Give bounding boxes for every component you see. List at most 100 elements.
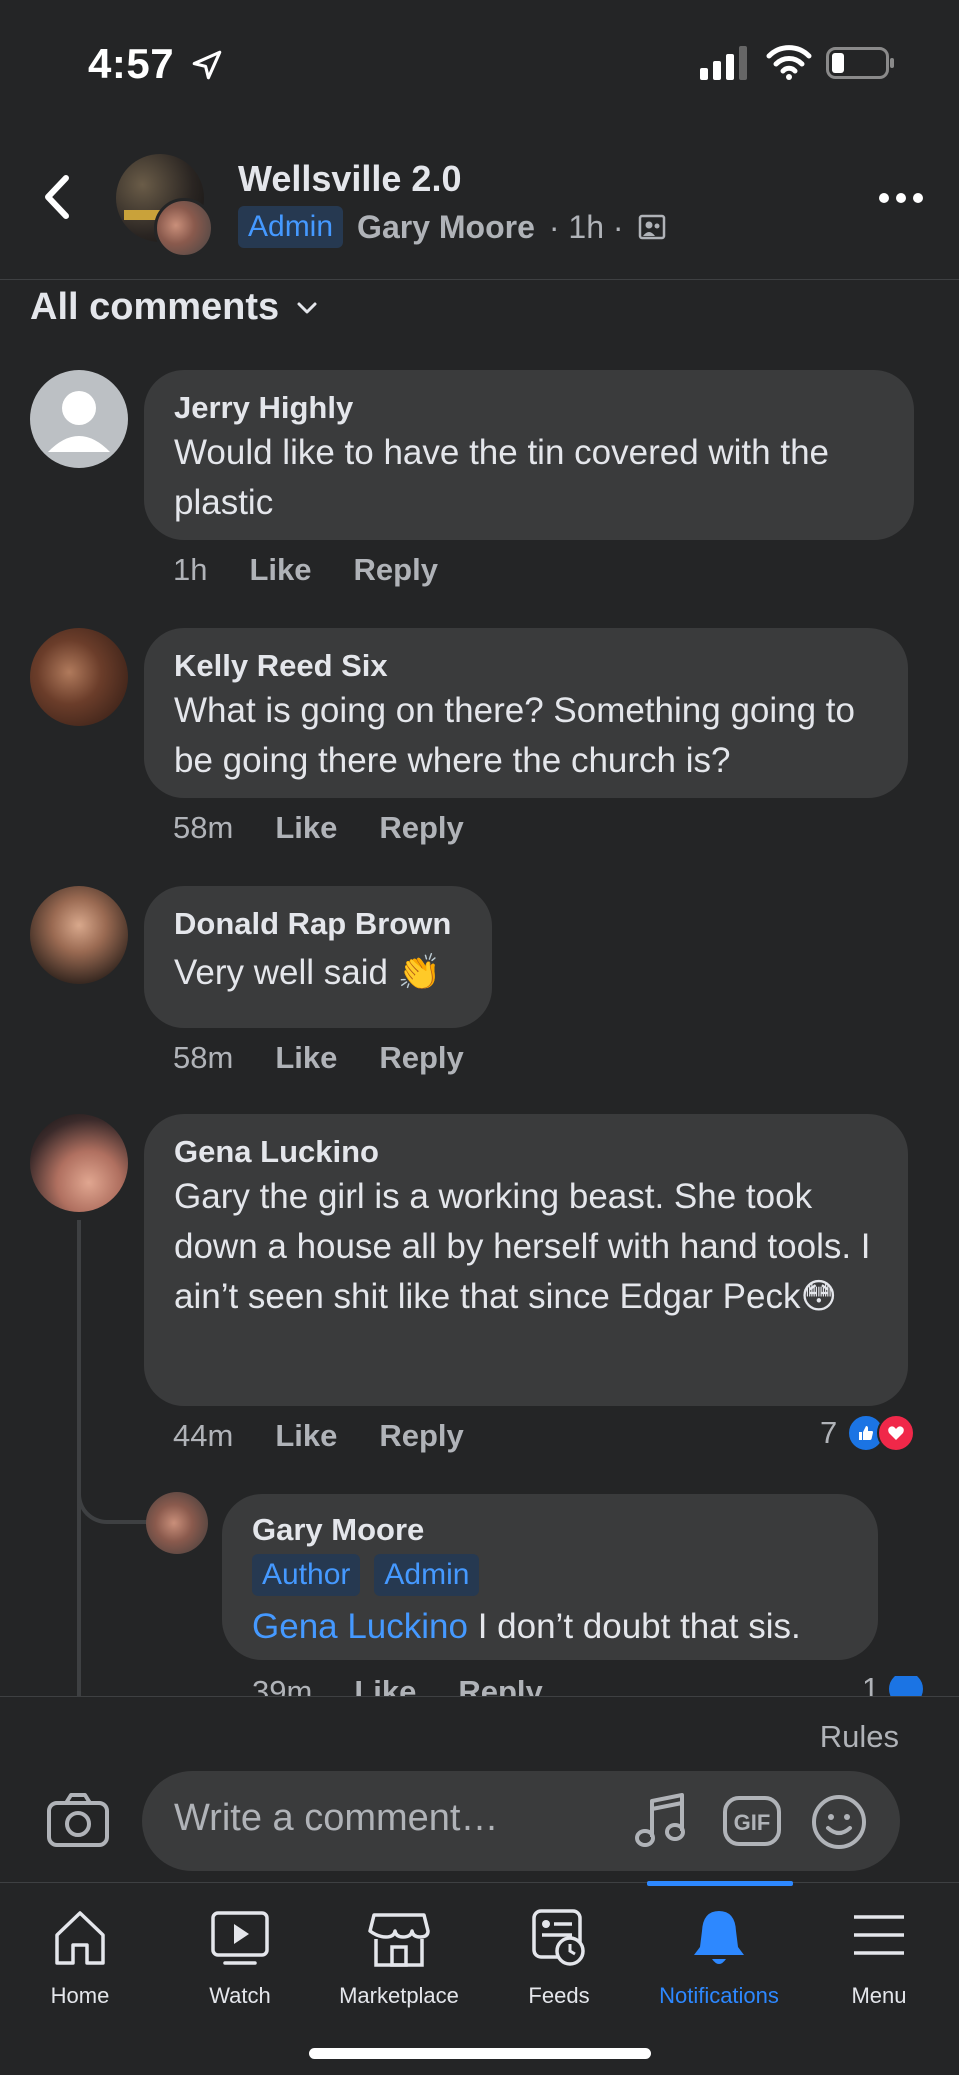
chevron-down-icon xyxy=(297,302,317,313)
nav-home[interactable]: Home xyxy=(0,1883,160,2013)
comments-filter-dropdown[interactable]: All comments xyxy=(30,286,321,329)
reply-thread-branch xyxy=(77,1480,147,1524)
reply-reaction-summary[interactable]: 1 xyxy=(862,1676,926,1696)
like-reaction-icon xyxy=(887,1676,926,1696)
nav-marketplace[interactable]: Marketplace xyxy=(319,1883,479,2013)
mention-link[interactable]: Gena Luckino xyxy=(252,1607,468,1646)
avatar-jerry-highly[interactable] xyxy=(30,370,128,468)
post-meta: Admin Gary Moore · 1h · xyxy=(238,204,666,250)
love-reaction-icon xyxy=(877,1414,916,1452)
comment-placeholder: Write a comment… xyxy=(174,1797,499,1839)
status-time: 4:57 xyxy=(88,40,175,87)
nav-home-label: Home xyxy=(50,1983,110,2008)
nav-watch[interactable]: Watch xyxy=(160,1883,320,2013)
comment-text: Would like to have the tin covered with … xyxy=(174,433,830,522)
reply-body: I don’t doubt that sis. xyxy=(467,1607,801,1646)
admin-badge: Admin xyxy=(238,206,344,248)
like-button[interactable]: Like xyxy=(354,1676,416,1696)
camera-icon[interactable] xyxy=(46,1791,110,1849)
reply-author[interactable]: Gary Moore xyxy=(252,1510,848,1550)
reply-bubble[interactable]: Gary Moore Author Admin Gena Luckino I d… xyxy=(222,1494,878,1660)
reply-tags: Author Admin xyxy=(252,1554,848,1596)
comment-time: 44m xyxy=(173,1418,234,1453)
reaction-count: 1 xyxy=(862,1676,880,1696)
reply-button[interactable]: Reply xyxy=(379,1040,463,1076)
nav-menu[interactable]: Menu xyxy=(799,1883,959,2013)
comment-actions: 58m Like Reply xyxy=(173,1040,464,1076)
back-button[interactable] xyxy=(38,170,78,224)
comment-bubble[interactable]: Jerry Highly Would like to have the tin … xyxy=(144,370,914,540)
emoji-icon[interactable] xyxy=(810,1793,868,1851)
reaction-count: 7 xyxy=(820,1415,838,1450)
nav-notifications[interactable]: Notifications xyxy=(639,1883,799,2013)
author-badge: Author xyxy=(252,1554,361,1596)
nav-watch-label: Watch xyxy=(209,1983,271,2008)
home-icon xyxy=(55,1911,105,1965)
comment-bubble[interactable]: Gena Luckino Gary the girl is a working … xyxy=(144,1114,908,1406)
comment-author[interactable]: Jerry Highly xyxy=(174,388,884,428)
group-avatar[interactable] xyxy=(116,154,214,258)
comment-author[interactable]: Gena Luckino xyxy=(174,1132,878,1172)
post-author[interactable]: Gary Moore xyxy=(357,209,535,246)
reply-actions: 39m Like Reply xyxy=(252,1676,543,1696)
rules-link[interactable]: Rules xyxy=(820,1719,899,1755)
music-note-icon[interactable] xyxy=(632,1791,688,1851)
nav-menu-label: Menu xyxy=(851,1983,907,2008)
like-button[interactable]: Like xyxy=(249,552,311,588)
marketplace-store-icon xyxy=(368,1913,430,1967)
cellular-signal-icon xyxy=(700,46,747,80)
reply-actions-clip: 39m Like Reply 1 xyxy=(0,1676,959,1696)
comment-input[interactable]: Write a comment… GIF xyxy=(142,1771,900,1871)
default-profile-icon xyxy=(48,391,110,452)
like-button[interactable]: Like xyxy=(275,1418,337,1454)
battery-icon xyxy=(826,47,894,79)
reaction-summary[interactable]: 7 xyxy=(820,1414,916,1452)
comment-text: Very well said 👏 xyxy=(174,953,442,992)
nav-feeds[interactable]: Feeds xyxy=(479,1883,639,2013)
reply-button[interactable]: Reply xyxy=(379,810,463,846)
comment-time: 58m xyxy=(173,810,234,845)
nav-notifications-label: Notifications xyxy=(659,1983,779,2008)
wifi-icon xyxy=(766,45,812,80)
home-indicator[interactable] xyxy=(309,2048,651,2059)
nav-feeds-label: Feeds xyxy=(528,1983,590,2008)
location-arrow-icon xyxy=(192,50,222,80)
comment-actions: 58m Like Reply xyxy=(173,810,464,846)
menu-hamburger-icon xyxy=(854,1915,904,1955)
reply-thread-line xyxy=(77,1220,81,1696)
avatar-donald-rap-brown[interactable] xyxy=(30,886,128,984)
comments-filter-label: All comments xyxy=(30,286,280,328)
feeds-icon xyxy=(532,1909,585,1966)
comment-actions: 44m Like Reply xyxy=(173,1418,464,1454)
reply-time: 39m xyxy=(252,1676,313,1696)
avatar-kelly-reed-six[interactable] xyxy=(30,628,128,726)
notifications-bell-icon xyxy=(694,1911,744,1964)
reply-button[interactable]: Reply xyxy=(354,552,438,588)
like-button[interactable]: Like xyxy=(275,1040,337,1076)
author-avatar xyxy=(154,198,214,258)
reply-text: Gena Luckino I don’t doubt that sis. xyxy=(252,1602,848,1652)
comment-author[interactable]: Kelly Reed Six xyxy=(174,646,878,686)
comment-text: Gary the girl is a working beast. She to… xyxy=(174,1177,871,1316)
group-privacy-icon xyxy=(638,214,665,240)
comment-author[interactable]: Donald Rap Brown xyxy=(174,904,462,944)
admin-badge: Admin xyxy=(374,1554,480,1596)
comment-bubble[interactable]: Kelly Reed Six What is going on there? S… xyxy=(144,628,908,798)
comment-bubble[interactable]: Donald Rap Brown Very well said 👏 xyxy=(144,886,492,1028)
avatar-gary-moore[interactable] xyxy=(146,1492,208,1554)
avatar-gena-luckino[interactable] xyxy=(30,1114,128,1212)
nav-marketplace-label: Marketplace xyxy=(339,1983,459,2008)
watch-video-icon xyxy=(211,1911,269,1965)
like-button[interactable]: Like xyxy=(275,810,337,846)
more-options-icon[interactable] xyxy=(876,188,926,208)
comment-actions: 1h Like Reply xyxy=(173,552,438,588)
svg-text:GIF: GIF xyxy=(734,1810,771,1835)
group-name[interactable]: Wellsville 2.0 xyxy=(238,158,461,200)
post-header: Wellsville 2.0 Admin Gary Moore · 1h · xyxy=(0,140,959,280)
gif-icon[interactable]: GIF xyxy=(722,1795,782,1847)
reply-button[interactable]: Reply xyxy=(458,1676,542,1696)
bottom-navigation: Home Watch Marketplace Feeds Notificatio… xyxy=(0,1881,959,2075)
reply-button[interactable]: Reply xyxy=(379,1418,463,1454)
post-time: · 1h · xyxy=(548,208,624,245)
comment-text: What is going on there? Something going … xyxy=(174,691,855,780)
